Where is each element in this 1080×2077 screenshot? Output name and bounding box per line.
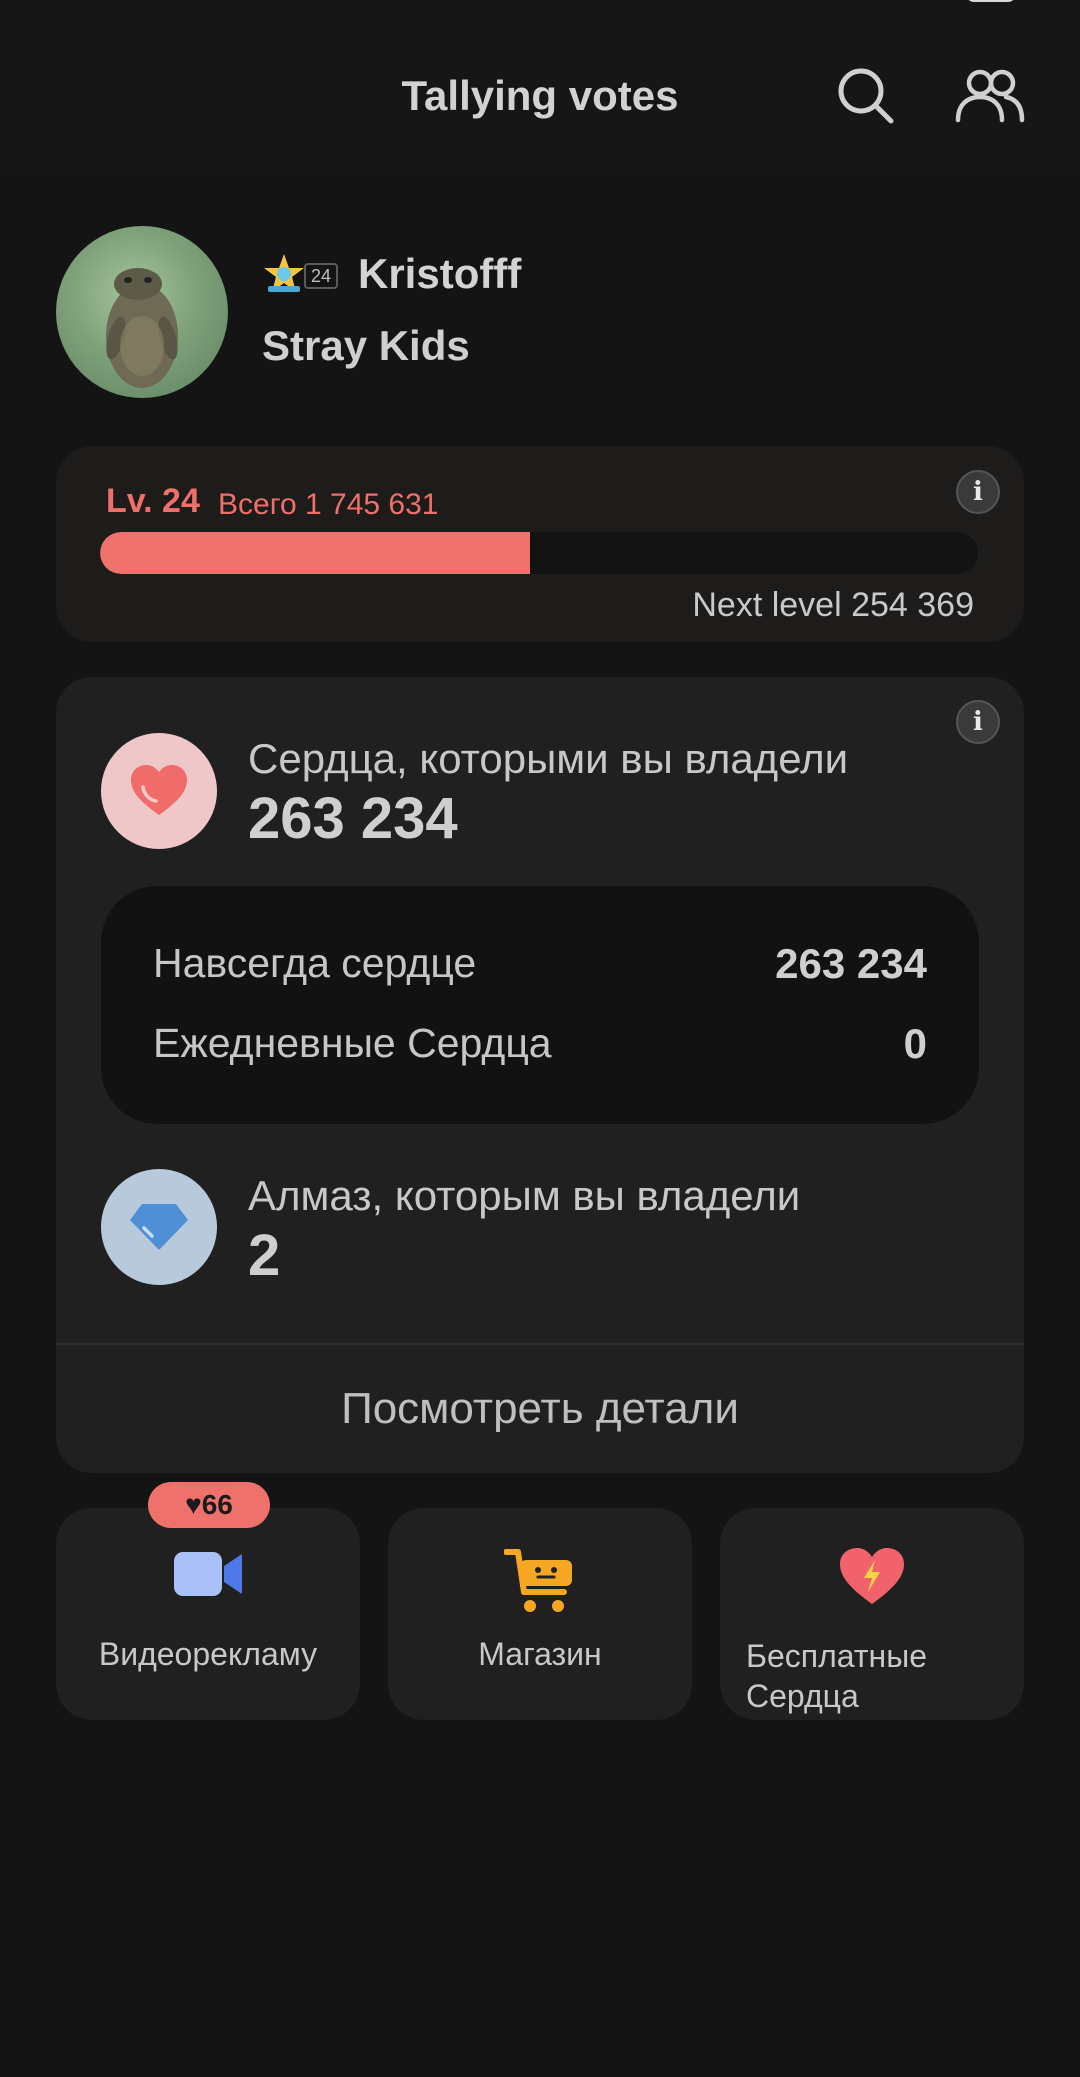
info-icon[interactable]: i <box>956 470 1000 514</box>
next-level-text: Next level 254 369 <box>692 586 974 624</box>
video-ad-label: Видеорекламу <box>98 1636 318 1672</box>
page-title: Tallying votes <box>401 72 679 119</box>
search-button[interactable] <box>826 56 906 136</box>
level-card: Lv. 24 Всего 1 745 631 i Next level 254 … <box>56 446 1024 642</box>
shop-tile[interactable]: Магазин <box>388 1508 692 1720</box>
search-icon <box>838 68 894 124</box>
friends-button[interactable] <box>950 56 1030 136</box>
reward-badge: ♥66 <box>148 1482 270 1528</box>
level-badge: 24 <box>304 263 338 289</box>
daily-hearts-value: 0 <box>903 1020 927 1067</box>
diamond-icon <box>130 1204 188 1250</box>
hearts-owned-value: 263 234 <box>248 786 458 851</box>
shop-label: Магазин <box>478 1636 602 1672</box>
level-star-icon <box>264 254 304 292</box>
video-ad-tile[interactable]: ♥66 Видеорекламу <box>56 1482 360 1720</box>
level-total: Всего 1 745 631 <box>218 488 439 521</box>
video-camera-icon <box>174 1552 242 1596</box>
heart-badge <box>101 733 217 849</box>
avatar-image <box>106 268 178 388</box>
top-bar: Tallying votes <box>0 0 1080 175</box>
view-details-button[interactable]: Посмотреть детали <box>56 1345 1024 1473</box>
free-hearts-label: Бесплатные Сердца <box>746 1638 928 1714</box>
info-icon[interactable]: i <box>956 700 1000 744</box>
app-screen: Tallying votes 24 Kristofff Stray Kids L… <box>0 0 1080 2077</box>
permanent-hearts-value: 263 234 <box>775 940 927 987</box>
level-progress-fill <box>100 532 531 574</box>
diamond-owned-label: Алмаз, которым вы владели <box>248 1172 801 1219</box>
heart-icon <box>131 765 187 815</box>
hearts-owned-label: Сердца, которыми вы владели <box>248 735 849 782</box>
diamond-owned-value: 2 <box>248 1223 281 1288</box>
heart-lightning-icon <box>840 1548 904 1604</box>
avatar[interactable] <box>56 226 228 398</box>
hearts-breakdown: Навсегда сердце 263 234 Ежедневные Сердц… <box>101 886 979 1124</box>
level-label: Lv. 24 <box>106 482 200 520</box>
free-hearts-tile[interactable]: Бесплатные Сердца <box>720 1508 1024 1720</box>
diamond-badge <box>101 1169 217 1285</box>
fandom-name: Stray Kids <box>262 322 470 369</box>
shopping-cart-icon <box>504 1549 572 1612</box>
status-indicator <box>966 0 1016 2</box>
daily-hearts-label: Ежедневные Сердца <box>153 1020 552 1066</box>
hearts-card: i Сердца, которыми вы владели 263 234 На… <box>56 677 1024 1473</box>
permanent-hearts-label: Навсегда сердце <box>153 940 477 986</box>
people-icon <box>955 69 1025 123</box>
username: Kristofff <box>358 250 522 297</box>
level-progress-bar <box>100 532 978 574</box>
